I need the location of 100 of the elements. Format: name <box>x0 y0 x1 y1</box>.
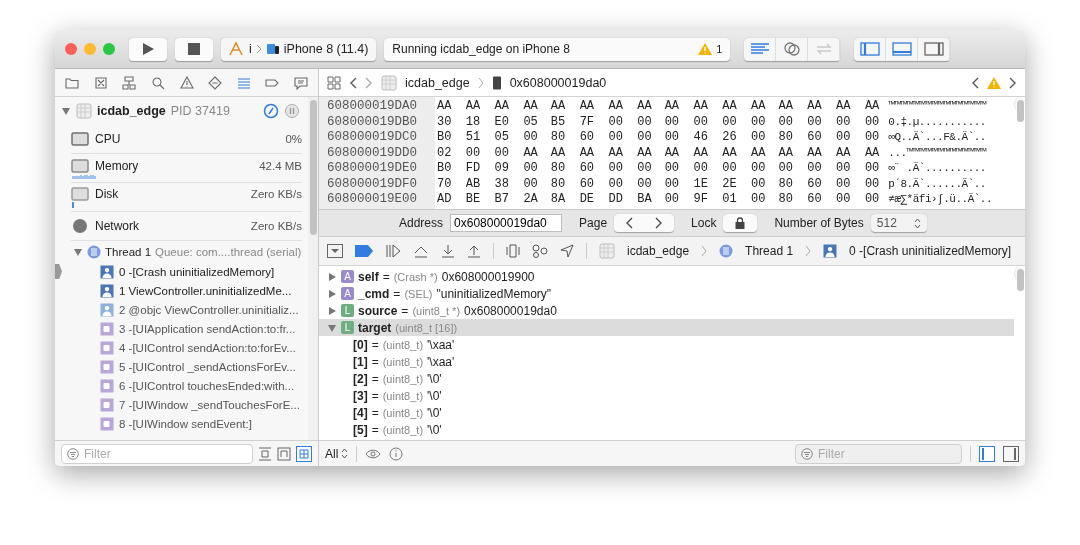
framework-icon <box>100 321 114 336</box>
hex-bytes: 00 00 00 00 <box>777 114 881 130</box>
stack-frame[interactable]: 1 ViewController.uninitializedMe... <box>55 281 308 300</box>
disclosure-icon[interactable] <box>61 106 71 116</box>
location-icon[interactable] <box>560 244 574 258</box>
continue-icon[interactable] <box>385 244 401 258</box>
eye-icon[interactable] <box>365 447 382 460</box>
variables-view-icon[interactable] <box>979 445 995 462</box>
jump-bar-item[interactable]: icdab_edge <box>405 75 470 90</box>
scrollbar-thumb[interactable] <box>309 100 317 235</box>
bytes-popup[interactable]: 512 <box>870 214 927 232</box>
disclosure-icon[interactable] <box>73 247 83 257</box>
filter-field[interactable]: Filter <box>61 443 253 464</box>
info-icon[interactable] <box>389 446 404 461</box>
forward-icon[interactable] <box>365 76 373 89</box>
memory-chip-icon <box>491 75 502 90</box>
stop-button[interactable] <box>175 37 213 61</box>
lock-button[interactable] <box>723 214 758 232</box>
ascii-text: ∞˝ .Ä`.......... <box>887 161 986 177</box>
disclosure-icon[interactable] <box>327 322 337 333</box>
debug-breadcrumb[interactable]: 0 -[Crash uninitializedMemory] <box>849 244 1012 258</box>
scope-popup[interactable]: All <box>325 446 349 461</box>
disclosure-icon[interactable] <box>327 305 337 316</box>
activity-status: Running icdab_edge on iPhone 8 <box>392 42 571 56</box>
close-button[interactable] <box>65 43 77 55</box>
frame-label: 7 -[UIWindow _sendTouchesForE... <box>119 398 300 411</box>
chevron-icon <box>701 245 708 257</box>
gauge-icon[interactable] <box>263 103 279 119</box>
stack-frame[interactable]: 2 @objc ViewController.uninitializ... <box>55 300 308 319</box>
scheme-selector[interactable]: i iPhone 8 (11.4) <box>221 37 377 61</box>
navigator-icon <box>293 74 309 91</box>
previous-issue-icon[interactable] <box>971 76 979 89</box>
pause-icon[interactable] <box>284 103 300 119</box>
grid-icon[interactable] <box>327 75 341 90</box>
gauge-row[interactable]: Disk Zero KB/s <box>71 183 302 212</box>
stack-frame[interactable]: 3 -[UIApplication sendAction:to:fr... <box>55 319 308 338</box>
navigator-icon <box>149 74 166 91</box>
scrollbar-thumb[interactable] <box>1016 269 1024 291</box>
run-button[interactable] <box>129 37 167 61</box>
stack-frame[interactable]: 0 -[Crash uninitializedMemory] <box>55 262 308 281</box>
warning-count: 1 <box>716 43 723 55</box>
hide-console-icon[interactable] <box>327 244 343 258</box>
variable-value: '\0' <box>427 422 442 437</box>
stack-frame[interactable]: 5 -[UIControl _sendActionsForEv... <box>55 357 308 376</box>
previous-page-icon[interactable] <box>625 217 634 229</box>
memory-address: 608000019DD0 <box>326 145 418 161</box>
step-into-icon[interactable] <box>441 244 455 258</box>
equals-sign: = <box>371 388 379 403</box>
memory-address: 608000019DB0 <box>326 114 418 130</box>
hex-bytes: 00 00 00 00 <box>777 161 881 177</box>
gauge-row[interactable]: Memory 42.4 MB <box>71 154 302 183</box>
variable-row[interactable]: L source = (uint8_t *) 0x608000019da0 <box>319 302 1014 319</box>
hex-bytes: AA AA AA AA <box>663 145 767 161</box>
view-hierarchy-icon[interactable] <box>506 244 520 258</box>
hex-bytes: AA AA AA AA <box>663 99 767 115</box>
filter-field[interactable]: Filter <box>795 443 962 464</box>
memory-graph-icon[interactable] <box>532 244 548 258</box>
stack-frame[interactable]: 4 -[UIControl sendAction:to:forEv... <box>55 338 308 357</box>
stop-icon <box>188 43 200 55</box>
disclosure-icon[interactable] <box>327 288 337 299</box>
variable-row[interactable]: A self = (Crash *) 0x608000019900 <box>319 268 1014 285</box>
updown-icon <box>341 448 349 459</box>
stack-frame[interactable]: 7 -[UIWindow _sendTouchesForE... <box>55 395 308 414</box>
align-icon[interactable] <box>258 446 272 461</box>
stack-frame[interactable]: 8 -[UIWindow sendEvent:] <box>55 414 308 433</box>
ascii-text: ...™™™™™™™™™™™™™ <box>887 145 986 161</box>
next-page-icon[interactable] <box>655 217 664 229</box>
stack-frame[interactable]: 6 -[UIControl touchesEnded:with... <box>55 376 308 395</box>
navigator-icon <box>207 74 224 91</box>
user-code-icon <box>823 244 838 258</box>
panel-icon <box>891 42 912 56</box>
variable-type: (uint8_t) <box>382 389 424 402</box>
variable-value: '\0' <box>427 388 442 403</box>
grid-icon[interactable] <box>296 445 312 462</box>
back-icon[interactable] <box>349 76 357 89</box>
console-view-icon[interactable] <box>1003 445 1019 462</box>
debug-breadcrumb[interactable]: icdab_edge <box>627 244 690 258</box>
variable-type: (uint8_t) <box>382 406 424 419</box>
hex-bytes: B5 7F 00 00 <box>549 114 653 130</box>
jump-bar-item[interactable]: 0x608000019da0 <box>509 75 607 90</box>
disclosure-icon[interactable] <box>327 271 337 282</box>
network-icon <box>71 218 89 234</box>
split-icon[interactable] <box>277 446 291 461</box>
thread-queue: Queue: com....thread (serial) <box>155 246 302 258</box>
step-over-icon[interactable] <box>413 244 429 258</box>
gauge-row[interactable]: CPU 0% <box>71 125 302 154</box>
memory-address: 608000019DE0 <box>326 161 418 177</box>
play-icon <box>141 42 155 56</box>
step-out-icon[interactable] <box>467 244 481 258</box>
scrollbar-thumb[interactable] <box>1016 100 1024 122</box>
next-issue-icon[interactable] <box>1009 76 1017 89</box>
gauge-row[interactable]: Network Zero KB/s <box>71 212 302 241</box>
debug-breadcrumb[interactable]: Thread 1 <box>745 244 794 258</box>
ascii-text: 0.‡.µ........... <box>887 114 986 130</box>
lock-label: Lock <box>691 216 717 230</box>
address-field[interactable]: 0x608000019da0 <box>450 214 563 232</box>
variable-row[interactable]: L target (uint8_t [16]) <box>319 319 1014 336</box>
breakpoint-icon[interactable] <box>355 245 373 257</box>
variable-row[interactable]: A _cmd = (SEL) "uninitializedMemory" <box>319 285 1014 302</box>
framework-icon <box>100 397 114 412</box>
